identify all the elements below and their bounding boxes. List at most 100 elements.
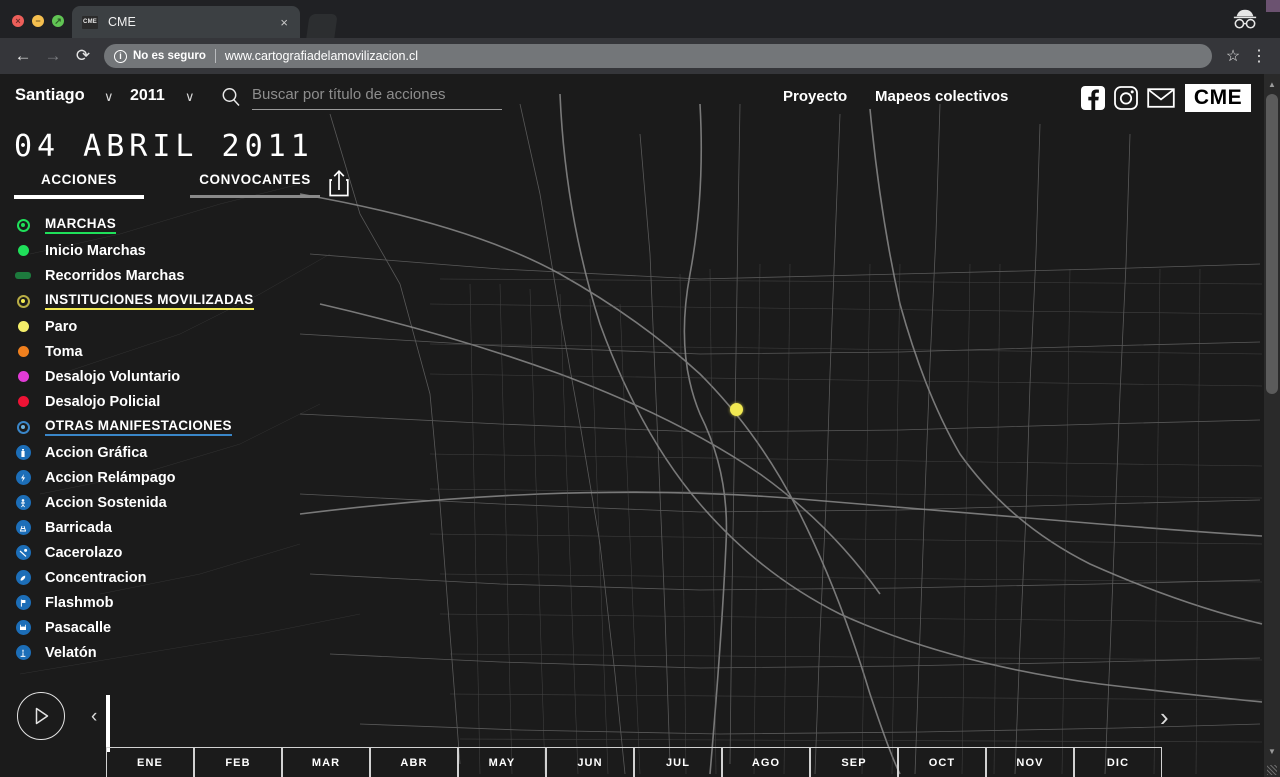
tab-acciones-label: ACCIONES — [40, 172, 118, 187]
timeline-month-jun[interactable]: JUN — [546, 747, 634, 777]
new-tab-button[interactable] — [306, 14, 338, 38]
paro-dot-icon — [12, 321, 34, 332]
legend-item-concentracion-label: Concentracion — [45, 569, 147, 586]
legend-item-recorridos-marchas[interactable]: Recorridos Marchas — [12, 263, 302, 288]
desalojo-policial-dot-icon — [12, 396, 34, 407]
legend-item-cacerolazo[interactable]: Cacerolazo — [12, 540, 302, 565]
timeline-month-sep[interactable]: SEP — [810, 747, 898, 777]
omnibox-divider — [214, 49, 216, 63]
legend-item-paro-label: Paro — [45, 318, 78, 335]
legend-item-accion-sostenida-label: Accion Sostenida — [45, 494, 167, 511]
nav-link-mapeos-colectivos[interactable]: Mapeos colectivos — [875, 88, 1008, 105]
share-icon[interactable] — [328, 169, 350, 197]
mail-icon[interactable] — [1147, 85, 1175, 111]
legend-panel: MARCHAS Inicio Marchas Recorridos Marcha… — [12, 212, 302, 665]
back-button[interactable]: ← — [8, 41, 38, 71]
reload-button[interactable]: ⟳ — [68, 41, 98, 71]
tab-close-icon[interactable]: × — [278, 16, 290, 29]
timeline-month-feb-label: FEB — [225, 757, 251, 769]
candle-icon — [12, 645, 34, 660]
legend-item-recorridos-marchas-label: Recorridos Marchas — [45, 267, 185, 284]
timeline-month-abr[interactable]: ABR — [370, 747, 458, 777]
bookmark-star-icon[interactable]: ☆ — [1220, 43, 1246, 69]
timeline-prev-arrow[interactable]: ‹ — [91, 706, 97, 728]
legend-item-desalojo-voluntario[interactable]: Desalojo Voluntario — [12, 364, 302, 389]
legend-item-velaton-label: Velatón — [45, 644, 97, 661]
legend-item-accion-relampago[interactable]: Accion Relámpago — [12, 465, 302, 490]
timeline-month-may[interactable]: MAY — [458, 747, 546, 777]
address-bar[interactable]: i No es seguro www.cartografiadelamovili… — [104, 44, 1212, 68]
paro-marker[interactable] — [730, 403, 743, 416]
tab-acciones-underline — [14, 195, 144, 199]
timeline-playhead[interactable] — [106, 695, 110, 752]
legend-item-desalojo-voluntario-label: Desalojo Voluntario — [45, 368, 181, 385]
banner-icon — [12, 620, 34, 635]
tab-acciones[interactable]: ACCIONES — [14, 172, 144, 199]
year-selector[interactable]: 2011 — [130, 87, 165, 105]
legend-item-paro[interactable]: Paro — [12, 314, 302, 339]
city-selector[interactable]: Santiago — [15, 86, 85, 105]
legend-item-desalojo-policial-label: Desalojo Policial — [45, 393, 161, 410]
play-button[interactable] — [17, 692, 65, 740]
scroll-up-arrow-icon[interactable]: ▲ — [1264, 76, 1280, 92]
browser-tab[interactable]: CME CME × — [72, 6, 300, 38]
legend-item-flashmob[interactable]: Flashmob — [12, 590, 302, 615]
tab-convocantes-label: CONVOCANTES — [199, 172, 311, 187]
facebook-icon[interactable] — [1080, 85, 1106, 111]
page-scrollbar[interactable]: ▲ ▼ — [1264, 74, 1280, 777]
nav-link-proyecto[interactable]: Proyecto — [783, 88, 847, 105]
timeline-month-jul[interactable]: JUL — [634, 747, 722, 777]
scroll-down-arrow-icon[interactable]: ▼ — [1264, 743, 1280, 759]
legend-item-desalojo-policial[interactable]: Desalojo Policial — [12, 389, 302, 414]
browser-menu-icon[interactable]: ⋮ — [1246, 43, 1272, 69]
legend-item-accion-grafica-label: Accion Gráfica — [45, 444, 148, 461]
timeline-month-ago[interactable]: AGO — [722, 747, 810, 777]
flag-icon — [12, 595, 34, 610]
legend-group-marchas[interactable]: MARCHAS — [12, 212, 302, 238]
legend-item-toma[interactable]: Toma — [12, 339, 302, 364]
browser-toolbar: ← → ⟳ i No es seguro www.cartografiadela… — [0, 38, 1280, 74]
year-chevron-down-icon[interactable]: ∨ — [185, 89, 195, 105]
legend-group-otras[interactable]: OTRAS MANIFESTACIONES — [12, 414, 302, 440]
timeline-next-arrow[interactable]: › — [1160, 702, 1169, 733]
timeline-month-feb[interactable]: FEB — [194, 747, 282, 777]
scrollbar-thumb[interactable] — [1266, 94, 1278, 394]
lightning-bolt-icon — [12, 470, 34, 485]
cme-logo[interactable]: CME — [1185, 84, 1251, 112]
forward-button[interactable]: → — [38, 41, 68, 71]
window-maximize-button[interactable]: ↗ — [52, 15, 64, 27]
search-icon[interactable] — [220, 86, 242, 108]
toma-dot-icon — [12, 346, 34, 357]
search-input[interactable] — [252, 86, 502, 110]
timeline-month-mar[interactable]: MAR — [282, 747, 370, 777]
legend-item-cacerolazo-label: Cacerolazo — [45, 544, 123, 561]
legend-group-instituciones[interactable]: INSTITUCIONES MOVILIZADAS — [12, 288, 302, 314]
recorridos-marchas-bar-icon — [12, 272, 34, 279]
timeline-month-oct[interactable]: OCT — [898, 747, 986, 777]
tab-convocantes[interactable]: CONVOCANTES — [190, 172, 320, 198]
page-title: 04 ABRIL 2011 — [14, 129, 314, 164]
timeline-month-dic[interactable]: DIC — [1074, 747, 1162, 777]
legend-item-barricada[interactable]: Barricada — [12, 515, 302, 540]
legend-item-accion-relampago-label: Accion Relámpago — [45, 469, 176, 486]
instagram-icon[interactable] — [1113, 85, 1139, 111]
timeline-track[interactable]: ENE FEB MAR ABR MAY JUN JUL AGO SEP OCT … — [106, 747, 1166, 777]
tab-convocantes-underline — [190, 195, 320, 198]
legend-item-concentracion[interactable]: Concentracion — [12, 565, 302, 590]
legend-item-inicio-marchas[interactable]: Inicio Marchas — [12, 238, 302, 263]
city-chevron-down-icon[interactable]: ∨ — [104, 89, 114, 105]
incognito-icon — [1230, 6, 1260, 32]
timeline-month-ene[interactable]: ENE — [106, 747, 194, 777]
legend-item-pasacalle[interactable]: Pasacalle — [12, 615, 302, 640]
legend-item-barricada-label: Barricada — [45, 519, 112, 536]
site-info-icon[interactable]: i — [114, 49, 127, 63]
legend-item-accion-grafica[interactable]: Accion Gráfica — [12, 440, 302, 465]
legend-item-velaton[interactable]: Velatón — [12, 640, 302, 665]
timeline-month-nov[interactable]: NOV — [986, 747, 1074, 777]
window-minimize-button[interactable]: − — [32, 15, 44, 27]
otras-ring-icon — [12, 420, 34, 434]
window-close-button[interactable]: × — [12, 15, 24, 27]
legend-item-accion-sostenida[interactable]: Accion Sostenida — [12, 490, 302, 515]
resize-grip[interactable] — [1267, 765, 1277, 775]
legend-item-pasacalle-label: Pasacalle — [45, 619, 112, 636]
